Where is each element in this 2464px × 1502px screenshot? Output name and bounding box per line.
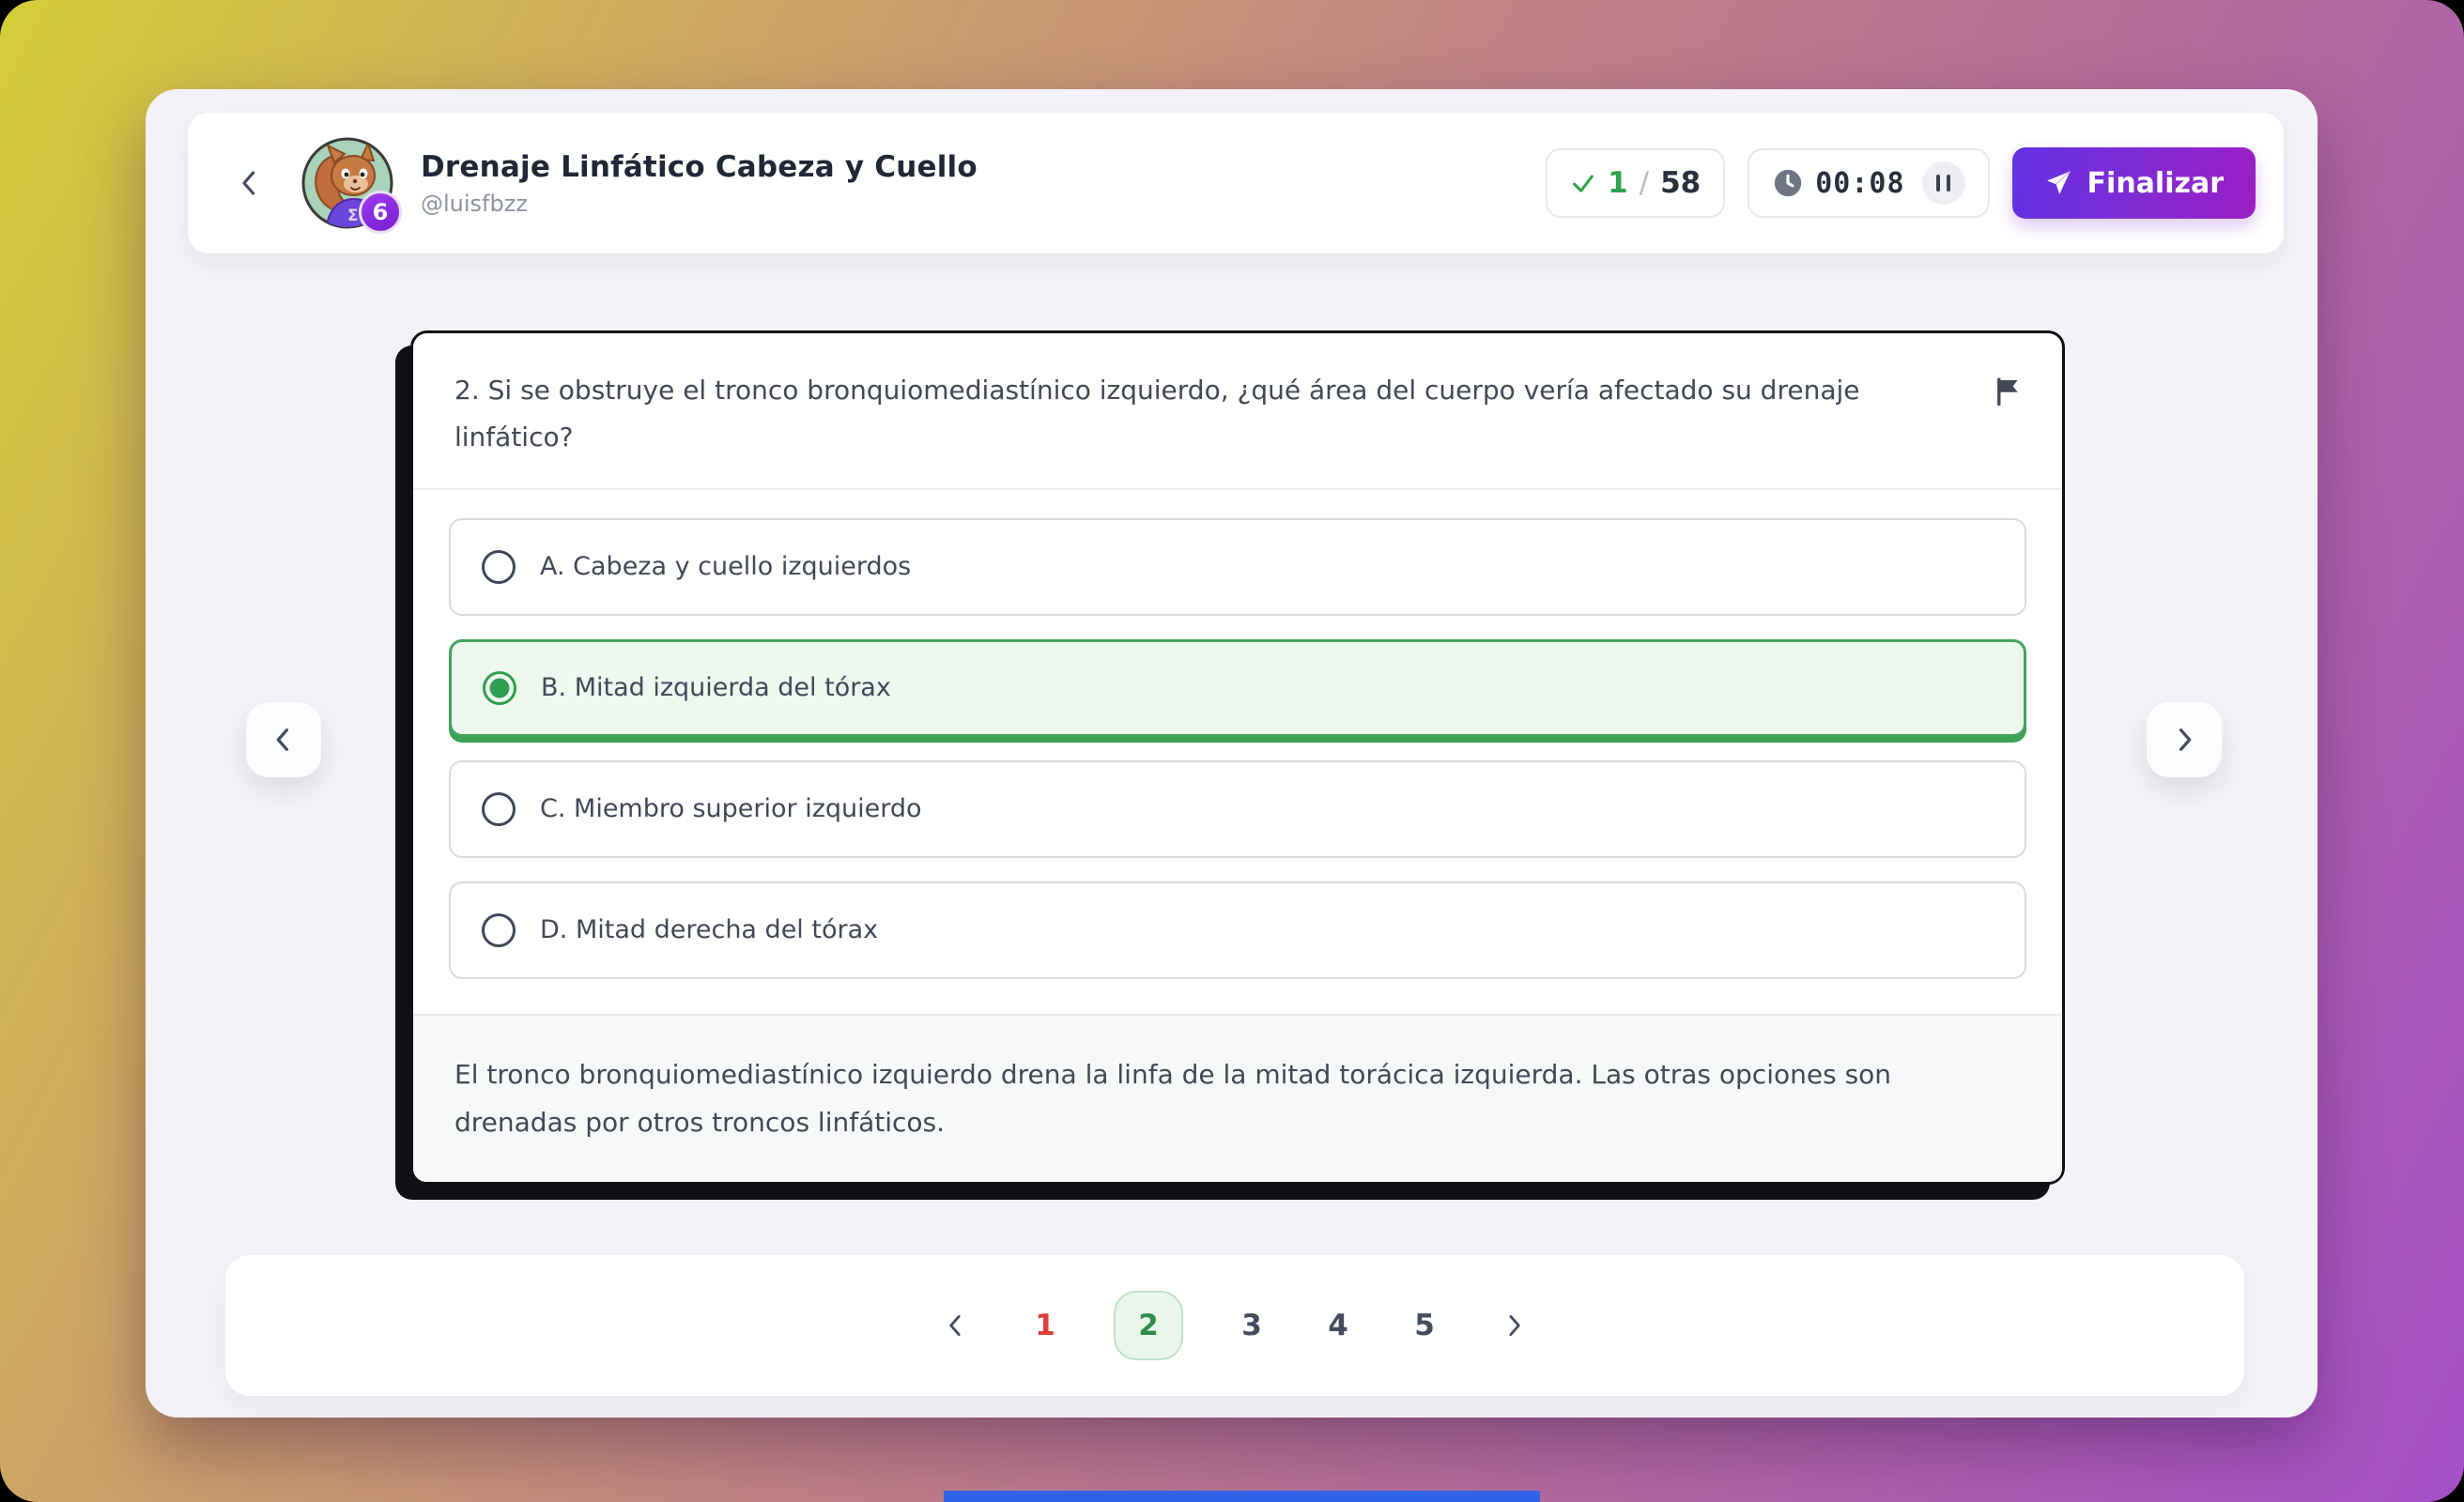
prev-question-button[interactable] [246,702,321,777]
paper-plane-icon [2044,169,2072,197]
header-bar: Σ 6 Drenaje Linfático Cabeza y Cuello @l… [188,113,2284,253]
score-total: 58 [1660,166,1701,200]
pagination-prev-button[interactable] [935,1305,977,1346]
check-icon [1570,170,1596,196]
svg-text:Σ: Σ [347,207,359,225]
chevron-left-icon [234,167,266,199]
option-b[interactable]: B. Mitad izquierda del tórax [449,639,2026,737]
option-d[interactable]: D. Mitad derecha del tórax [449,881,2026,979]
author-handle: @luisfbzz [421,191,978,217]
page-1-button[interactable]: 1 [1027,1309,1063,1342]
pagination-next-button[interactable] [1493,1305,1534,1346]
finish-button[interactable]: Finalizar [2012,147,2256,219]
avatar: Σ 6 [300,136,394,230]
finish-button-label: Finalizar [2087,167,2224,200]
radio-unchecked[interactable] [482,913,516,947]
option-a-label: A. Cabeza y cuello izquierdos [540,552,911,581]
next-question-button[interactable] [2147,702,2222,777]
score-current: 1 [1608,166,1628,200]
app-window: Σ 6 Drenaje Linfático Cabeza y Cuello @l… [146,89,2318,1418]
pagination-bar: 1 2 3 4 5 [225,1255,2244,1396]
question-text: 2. Si se obstruye el tronco bronquiomedi… [454,367,1938,462]
level-badge: 6 [359,191,402,234]
option-c[interactable]: C. Miembro superior izquierdo [449,760,2026,858]
chevron-right-icon [2169,725,2199,755]
question-card: 2. Si se obstruye el tronco bronquiomedi… [410,330,2065,1185]
radio-checked[interactable] [483,671,516,705]
screen-background: Σ 6 Drenaje Linfático Cabeza y Cuello @l… [0,0,2464,1502]
flag-question-button[interactable] [1987,371,2028,412]
title-block: Drenaje Linfático Cabeza y Cuello @luisf… [421,150,978,217]
header-actions: 1 / 58 00:08 Fina [1546,147,2256,219]
pause-icon [1936,175,1950,192]
score-pill: 1 / 58 [1546,148,1725,218]
question-header: 2. Si se obstruye el tronco bronquiomedi… [413,333,2062,490]
clock-icon [1772,167,1804,199]
options-list: A. Cabeza y cuello izquierdos B. Mitad i… [413,490,2062,1013]
option-c-label: C. Miembro superior izquierdo [540,794,922,823]
timer-value: 00:08 [1815,167,1904,200]
chevron-left-icon [942,1311,970,1340]
explanation-text: El tronco bronquiomediastínico izquierdo… [454,1051,1966,1146]
pause-button[interactable] [1922,161,1965,205]
option-b-label: B. Mitad izquierda del tórax [541,673,891,702]
bottom-blue-bar [944,1491,1540,1502]
radio-unchecked[interactable] [482,792,516,826]
page-3-button[interactable]: 3 [1234,1309,1270,1342]
timer-pill: 00:08 [1748,148,1989,218]
score-separator: / [1640,166,1649,200]
page-2-button[interactable]: 2 [1114,1291,1183,1360]
back-button[interactable] [223,157,276,209]
quiz-title: Drenaje Linfático Cabeza y Cuello [421,150,978,184]
chevron-right-icon [1500,1311,1528,1340]
radio-unchecked[interactable] [482,550,516,584]
page-4-button[interactable]: 4 [1320,1309,1356,1342]
chevron-left-icon [269,725,299,755]
page-5-button[interactable]: 5 [1407,1309,1442,1342]
flag-icon [1992,376,2024,407]
option-a[interactable]: A. Cabeza y cuello izquierdos [449,518,2026,616]
explanation-panel: El tronco bronquiomediastínico izquierdo… [413,1014,2062,1182]
option-d-label: D. Mitad derecha del tórax [540,915,878,944]
